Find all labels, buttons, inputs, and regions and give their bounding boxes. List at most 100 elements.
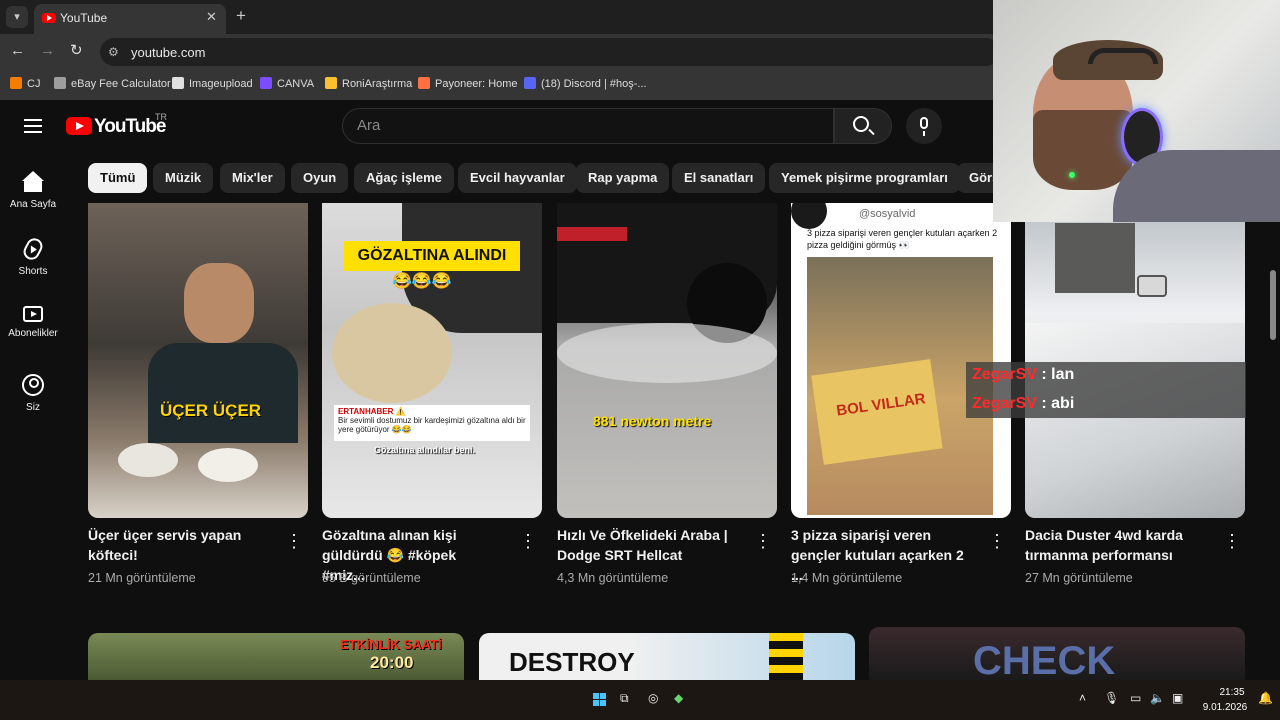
video-thumbnail[interactable]: CHECK <box>869 627 1245 680</box>
tab-close-icon[interactable]: ✕ <box>206 9 217 25</box>
chrome-taskbar-icon[interactable]: ◎ <box>648 691 658 705</box>
chip-woodworking[interactable]: Ağaç işleme <box>354 163 454 193</box>
streamer-shirt <box>1113 150 1280 222</box>
bookmark-favicon-icon <box>54 77 66 89</box>
bookmark-item[interactable]: Imageupload <box>172 77 253 90</box>
sidebar-item-label: Abonelikler <box>8 328 58 339</box>
url-text[interactable]: youtube.com <box>131 45 205 60</box>
forward-arrow-icon[interactable]: → <box>40 42 55 59</box>
thumbnail-emoji: 😂😂😂 <box>392 273 452 290</box>
bookmark-item[interactable]: Payoneer: Home <box>418 77 518 90</box>
video-views: 21 Mn görüntüleme <box>88 571 196 585</box>
microphone-tray-icon[interactable]: 🎙 <box>1104 691 1119 705</box>
chat-text: : lan <box>1041 366 1075 383</box>
menu-icon[interactable] <box>24 119 42 133</box>
stream-chat-overlay: ZegarSV : lan ZegarSV : abi <box>966 362 1246 418</box>
chip-visual[interactable]: Görs <box>957 163 993 193</box>
bookmark-item[interactable]: RoniAraştırma <box>325 77 412 90</box>
tab-search-button[interactable]: ▾ <box>6 6 28 28</box>
thumbnail-caption: CHECK <box>973 639 1116 680</box>
app-taskbar-icon[interactable]: ◆ <box>674 691 683 705</box>
chip-cooking[interactable]: Yemek pişirme programları <box>769 163 960 193</box>
chip-pets[interactable]: Evcil hayvanlar <box>458 163 577 193</box>
bookmark-label: Imageupload <box>189 78 253 90</box>
sidebar-item-shorts[interactable]: Shorts <box>0 235 66 277</box>
thumbnail-caption: DESTROY <box>509 647 635 677</box>
video-more-icon[interactable]: ⋮ <box>285 530 303 552</box>
bookmark-label: CJ <box>27 78 41 90</box>
task-view-icon[interactable]: ⧉ <box>620 691 629 706</box>
chip-mixes[interactable]: Mix'ler <box>220 163 285 193</box>
video-title[interactable]: Üçer üçer servis yapan köfteci! <box>88 525 268 565</box>
headset-mic-light <box>1069 172 1075 178</box>
search-input[interactable] <box>357 117 817 134</box>
chip-all[interactable]: Tümü <box>88 163 148 193</box>
notification-bell-icon[interactable]: 🔔 <box>1258 691 1273 705</box>
address-bar[interactable]: ⚙ youtube.com <box>100 38 1000 66</box>
chip-crafts[interactable]: El sanatları <box>672 163 766 193</box>
bookmark-favicon-icon <box>260 77 272 89</box>
clock-time[interactable]: 21:35 <box>1212 687 1252 698</box>
site-info-icon[interactable]: ⚙ <box>108 45 119 59</box>
sidebar-item-label: Shorts <box>18 266 48 277</box>
video-thumbnail[interactable]: DESTROY <box>479 633 855 680</box>
bookmark-favicon-icon <box>524 77 536 89</box>
chip-music[interactable]: Müzik <box>153 163 214 193</box>
news-source: ERTANHABER ⚠️ <box>338 407 406 416</box>
video-more-icon[interactable]: ⋮ <box>754 530 772 552</box>
tab-title: YouTube <box>60 11 108 25</box>
chat-username: ZegarSV <box>972 366 1037 383</box>
clock-date[interactable]: 9.01.2026 <box>1198 702 1252 713</box>
chat-message: ZegarSV : lan <box>972 366 1074 384</box>
bookmark-item[interactable]: CANVA <box>260 77 314 90</box>
video-more-icon[interactable]: ⋮ <box>1223 530 1241 552</box>
bookmark-item[interactable]: (18) Discord | #hoş-... <box>524 77 647 90</box>
video-more-icon[interactable]: ⋮ <box>988 530 1006 552</box>
bookmark-favicon-icon <box>325 77 337 89</box>
volume-icon[interactable]: 🔈 <box>1150 691 1165 705</box>
subscriptions-icon <box>23 306 43 322</box>
youtube-logo-icon[interactable] <box>66 117 92 135</box>
bookmark-item[interactable]: CJ <box>10 77 40 90</box>
voice-search-button[interactable] <box>906 108 942 144</box>
bookmark-favicon-icon <box>172 77 184 89</box>
bookmark-label: RoniAraştırma <box>342 78 413 90</box>
new-tab-button[interactable]: + <box>236 6 246 26</box>
chip-rap[interactable]: Rap yapma <box>576 163 670 193</box>
video-title[interactable]: Dacia Duster 4wd karda tırmanma performa… <box>1025 525 1205 565</box>
thumbnail-time: 20:00 <box>370 653 414 672</box>
battery-icon[interactable]: ▣ <box>1172 691 1183 705</box>
back-arrow-icon[interactable]: ← <box>10 42 25 59</box>
browser-tab[interactable]: YouTube ✕ <box>34 4 226 34</box>
sidebar-item-home[interactable]: Ana Sayfa <box>0 171 66 210</box>
sidebar-item-you[interactable]: Siz <box>0 374 66 413</box>
scrollbar-thumb[interactable] <box>1270 270 1276 340</box>
chat-text: : abi <box>1041 395 1075 412</box>
bookmark-item[interactable]: eBay Fee Calculator <box>54 77 171 90</box>
windows-start-icon[interactable] <box>593 693 607 707</box>
network-icon[interactable]: ▭ <box>1130 691 1141 705</box>
thumbnail-taillight <box>557 227 627 241</box>
search-button[interactable] <box>834 108 892 144</box>
pizza-box-text: BOL VILLAR <box>835 390 927 420</box>
thumbnail-stripes <box>769 633 803 680</box>
reload-icon[interactable]: ↻ <box>70 41 83 59</box>
video-title[interactable]: Hızlı Ve Öfkelideki Araba | Dodge SRT He… <box>557 525 737 565</box>
video-thumbnail[interactable]: ETKİNLİK SAATİ 20:00 <box>88 633 464 680</box>
video-views: 1,4 Mn görüntüleme <box>791 571 903 585</box>
thumbnail-smoke <box>557 323 777 383</box>
video-thumbnail[interactable]: GÖZALTINA ALINDI 😂😂😂 ERTANHABER ⚠️ Bir s… <box>322 203 542 518</box>
video-thumbnail[interactable] <box>1025 203 1245 518</box>
chip-gaming[interactable]: Oyun <box>291 163 349 193</box>
thumbnail-person <box>184 263 254 343</box>
video-thumbnail[interactable]: 881 newton metre <box>557 203 777 518</box>
video-more-icon[interactable]: ⋮ <box>519 530 537 552</box>
search-box <box>342 108 834 144</box>
tray-overflow-icon[interactable]: ˄ <box>1079 691 1086 705</box>
sidebar-item-subscriptions[interactable]: Abonelikler <box>0 302 66 339</box>
youtube-favicon-icon <box>42 13 56 23</box>
post-text: 3 pizza siparişi veren gençler kutuları … <box>807 228 998 250</box>
thumbnail-plate <box>118 443 178 477</box>
video-thumbnail[interactable]: @sosyalvid 3 pizza siparişi veren gençle… <box>791 203 1011 518</box>
video-thumbnail[interactable]: ÜÇER ÜÇER <box>88 203 308 518</box>
